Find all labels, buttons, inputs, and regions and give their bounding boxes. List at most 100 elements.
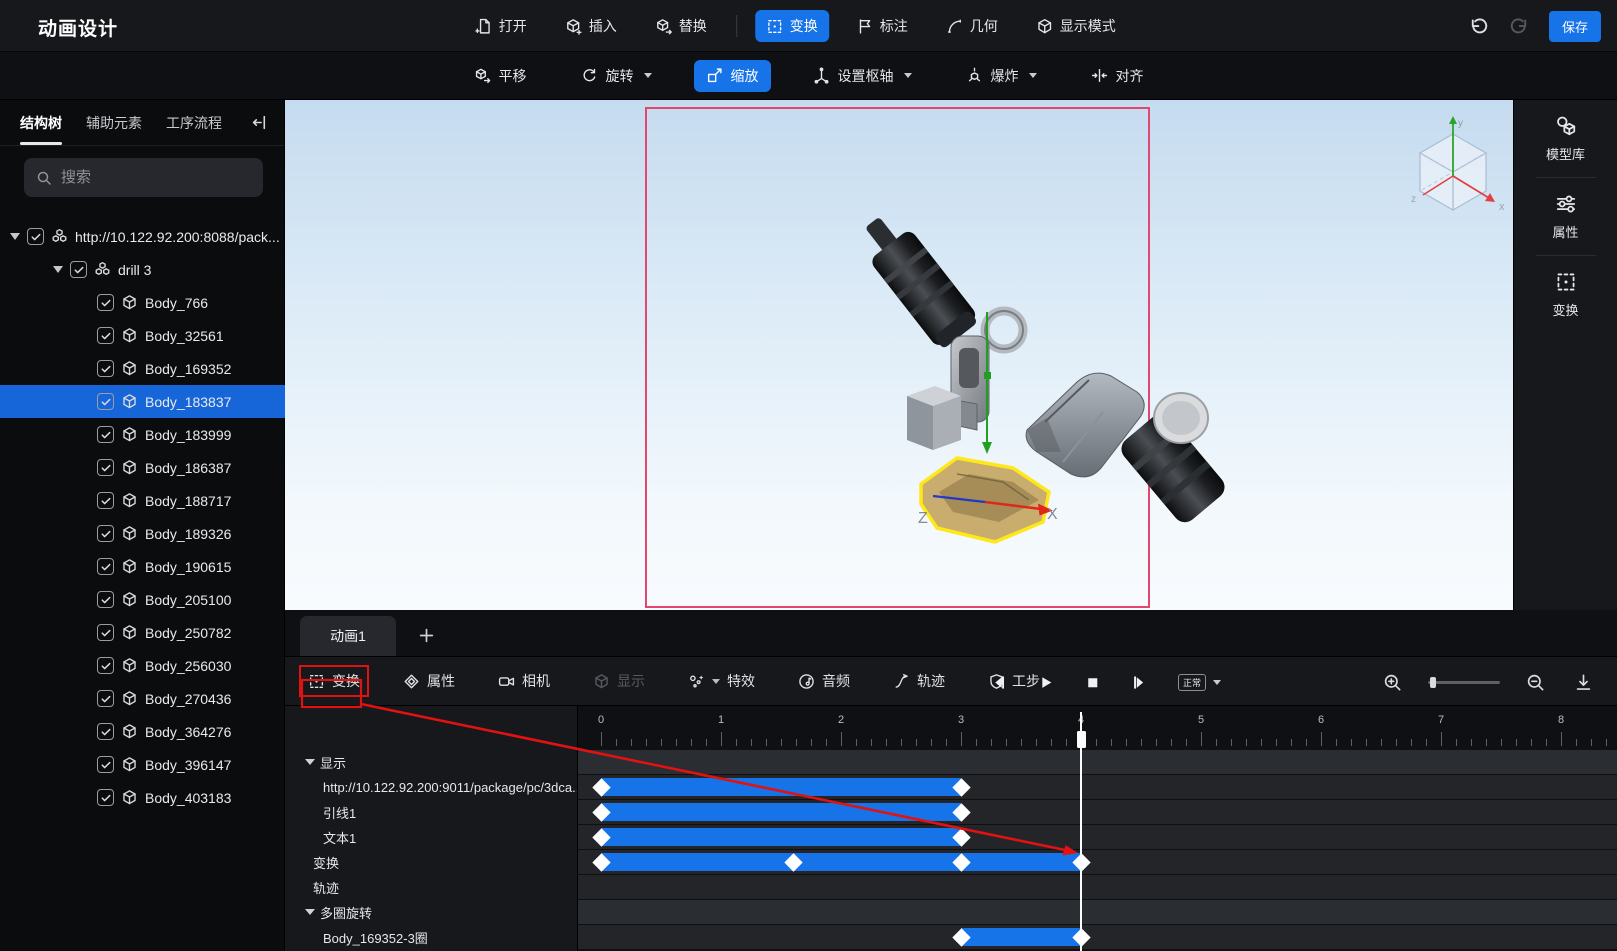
step-back-icon[interactable] <box>990 674 1007 691</box>
checkbox[interactable] <box>97 624 114 641</box>
tree-item-body_396147[interactable]: Body_396147 <box>0 748 285 781</box>
timeline-tool-effects[interactable]: 特效 <box>681 667 762 695</box>
group-caret-icon[interactable] <box>305 759 315 765</box>
track-label-3[interactable]: 文本1 <box>285 825 577 849</box>
checkbox[interactable] <box>97 294 114 311</box>
search-box[interactable] <box>24 158 263 197</box>
tree-item-body_270436[interactable]: Body_270436 <box>0 682 285 715</box>
checkbox[interactable] <box>97 360 114 377</box>
checkbox[interactable] <box>27 228 44 245</box>
sidebar-tab-aux-elements[interactable]: 辅助元素 <box>86 100 142 146</box>
timeline-tool-property[interactable]: 属性 <box>396 667 462 695</box>
tool-button-scale[interactable]: 缩放 <box>693 59 771 92</box>
sidebar-tab-process-flow[interactable]: 工序流程 <box>166 100 222 146</box>
checkbox[interactable] <box>97 426 114 443</box>
save-button[interactable]: 保存 <box>1548 10 1601 42</box>
tree-item-http-10-122-92-200-8088-pack-[interactable]: http://10.122.92.200:8088/pack... <box>0 220 285 253</box>
track-row[interactable] <box>578 850 1617 874</box>
right-panel-item-transform[interactable]: 变换 <box>1514 256 1617 333</box>
stop-icon[interactable] <box>1084 674 1101 691</box>
undo-icon[interactable] <box>1469 16 1489 36</box>
timeline-zoom-slider[interactable] <box>1428 676 1500 688</box>
right-panel-item-properties[interactable]: 属性 <box>1514 178 1617 255</box>
header-button-annotate[interactable]: 标注 <box>845 10 919 42</box>
checkbox[interactable] <box>97 723 114 740</box>
zoom-in-icon[interactable] <box>1383 673 1402 692</box>
slider-handle[interactable] <box>1430 677 1436 688</box>
tool-button-rotate[interactable]: 旋转 <box>569 60 664 92</box>
checkbox[interactable] <box>97 789 114 806</box>
expand-caret-icon[interactable] <box>53 266 63 273</box>
tree-item-body_32561[interactable]: Body_32561 <box>0 319 285 352</box>
checkbox[interactable] <box>97 690 114 707</box>
track-label-1[interactable]: http://10.122.92.200:9011/package/pc/3dc… <box>285 775 577 799</box>
tree-item-body_188717[interactable]: Body_188717 <box>0 484 285 517</box>
timeline-grid[interactable]: 012345678 <box>577 706 1617 951</box>
track-label-4[interactable]: 变换 <box>285 850 577 874</box>
timeline-bar[interactable] <box>601 828 961 846</box>
track-row[interactable] <box>578 900 1617 924</box>
group-caret-icon[interactable] <box>305 909 315 915</box>
track-label-7[interactable]: Body_169352-3圈 <box>285 925 577 949</box>
track-row[interactable] <box>578 875 1617 899</box>
tree-item-body_189326[interactable]: Body_189326 <box>0 517 285 550</box>
timeline-tab-animation1[interactable]: 动画1 <box>300 616 396 656</box>
tree-item-body_190615[interactable]: Body_190615 <box>0 550 285 583</box>
tree-item-body_169352[interactable]: Body_169352 <box>0 352 285 385</box>
tree-item-body_256030[interactable]: Body_256030 <box>0 649 285 682</box>
timeline-bar[interactable] <box>961 928 1081 946</box>
add-animation-tab-button[interactable] <box>411 620 441 650</box>
track-label-5[interactable]: 轨迹 <box>285 875 577 899</box>
checkbox[interactable] <box>70 261 87 278</box>
expand-caret-icon[interactable] <box>10 233 20 240</box>
track-row[interactable] <box>578 925 1617 949</box>
tool-button-translate[interactable]: 平移 <box>462 60 539 92</box>
tree-item-body_183837[interactable]: Body_183837 <box>0 385 285 418</box>
checkbox[interactable] <box>97 756 114 773</box>
play-icon[interactable] <box>1037 674 1054 691</box>
collapse-sidebar-icon[interactable] <box>251 114 268 131</box>
checkbox[interactable] <box>97 591 114 608</box>
tree-item-body_183999[interactable]: Body_183999 <box>0 418 285 451</box>
tree-item-drill-3[interactable]: drill 3 <box>0 253 285 286</box>
tree-item-body_186387[interactable]: Body_186387 <box>0 451 285 484</box>
search-input[interactable] <box>61 169 231 186</box>
checkbox[interactable] <box>97 657 114 674</box>
timeline-tool-audio[interactable]: 音频 <box>791 667 857 695</box>
checkbox[interactable] <box>97 459 114 476</box>
tree-item-body_250782[interactable]: Body_250782 <box>0 616 285 649</box>
track-row[interactable] <box>578 825 1617 849</box>
track-row[interactable] <box>578 775 1617 799</box>
zoom-out-icon[interactable] <box>1526 673 1545 692</box>
header-button-replace[interactable]: 替换 <box>644 10 718 42</box>
checkbox[interactable] <box>97 558 114 575</box>
tree-item-body_364276[interactable]: Body_364276 <box>0 715 285 748</box>
timeline-bar[interactable] <box>601 803 961 821</box>
timeline-tool-trajectory[interactable]: 轨迹 <box>886 667 952 695</box>
navigation-cube[interactable]: y x z <box>1411 116 1505 213</box>
timeline-tool-camera[interactable]: 相机 <box>491 667 557 695</box>
playback-mode-button[interactable]: 正常 <box>1178 673 1221 691</box>
timeline-bar[interactable] <box>601 778 961 796</box>
viewport-3d[interactable]: X Z y x z <box>285 100 1513 610</box>
track-label-2[interactable]: 引线1 <box>285 800 577 824</box>
header-button-insert[interactable]: 插入 <box>554 10 628 42</box>
sidebar-tab-structure-tree[interactable]: 结构树 <box>20 100 62 146</box>
track-row[interactable] <box>578 800 1617 824</box>
tool-button-align[interactable]: 对齐 <box>1079 60 1156 92</box>
header-button-open[interactable]: 打开 <box>464 10 538 42</box>
tree-item-body_766[interactable]: Body_766 <box>0 286 285 319</box>
header-button-display-mode[interactable]: 显示模式 <box>1025 10 1127 42</box>
tool-button-explode[interactable]: 爆炸 <box>954 60 1049 92</box>
redo-icon[interactable] <box>1509 16 1529 36</box>
checkbox[interactable] <box>97 327 114 344</box>
checkbox[interactable] <box>97 393 114 410</box>
header-button-geometry[interactable]: 几何 <box>935 10 1009 42</box>
step-forward-icon[interactable] <box>1131 674 1148 691</box>
track-row[interactable] <box>578 750 1617 774</box>
playhead-handle[interactable] <box>1076 731 1086 748</box>
tree-item-body_205100[interactable]: Body_205100 <box>0 583 285 616</box>
timeline-tool-display[interactable]: 显示 <box>586 667 652 695</box>
timeline-tool-transform[interactable]: 变换 <box>301 667 367 695</box>
checkbox[interactable] <box>97 525 114 542</box>
